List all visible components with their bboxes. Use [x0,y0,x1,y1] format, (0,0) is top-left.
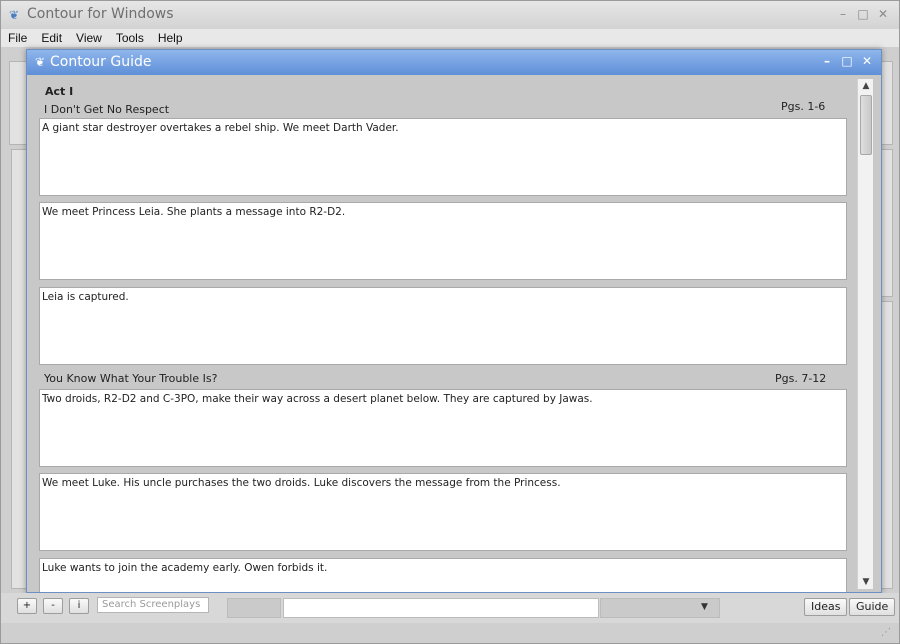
main-window: ❦ Contour for Windows – □ ✕ File Edit Vi… [0,0,900,644]
outer-titlebar[interactable]: ❦ Contour for Windows – □ ✕ [1,1,899,29]
text-input[interactable] [283,598,599,618]
minimize-button[interactable]: – [837,7,849,21]
resize-grip-icon[interactable]: ⋰ [881,627,893,639]
menu-bar: File Edit View Tools Help [1,29,899,47]
beat-textbox[interactable]: Leia is captured. [39,287,847,365]
guide-minimize-button[interactable]: – [821,54,833,68]
sequence-pages: Pgs. 7-12 [775,372,827,385]
add-button[interactable]: + [17,598,37,614]
ideas-button[interactable]: Ideas [804,598,848,616]
remove-button[interactable]: - [43,598,63,614]
scroll-down-icon[interactable]: ▼ [858,575,874,589]
scroll-up-icon[interactable]: ▲ [858,79,874,93]
guide-titlebar[interactable]: ❦ Contour Guide – □ ✕ [27,50,881,75]
beat-textbox[interactable]: Luke wants to join the academy early. Ow… [39,558,847,592]
search-screenplays-input[interactable]: Search Screenplays [97,597,209,613]
act-label: Act I [45,85,74,98]
guide-content: Act I I Don't Get No Respect Pgs. 1-6 A … [27,75,857,592]
dropdown-arrow-icon[interactable]: ▼ [701,602,708,612]
contour-guide-dialog: ❦ Contour Guide – □ ✕ Act I I Don't Get … [26,49,882,593]
beat-textbox[interactable]: Two droids, R2-D2 and C-3PO, make their … [39,389,847,467]
bulb-icon: ❦ [35,55,46,69]
menu-edit[interactable]: Edit [34,29,69,47]
close-button[interactable]: ✕ [877,7,889,21]
restore-button[interactable]: □ [857,7,869,21]
beat-textbox[interactable]: A giant star destroyer overtakes a rebel… [39,118,847,196]
menu-tools[interactable]: Tools [109,29,151,47]
bulb-icon: ❦ [9,8,20,22]
menu-view[interactable]: View [69,29,109,47]
scroll-thumb[interactable] [860,95,872,155]
sequence-pages: Pgs. 1-6 [781,100,826,113]
beat-textbox[interactable]: We meet Princess Leia. She plants a mess… [39,202,847,280]
guide-button[interactable]: Guide [849,598,896,616]
guide-title: Contour Guide [50,54,152,70]
toolbar-field-left [227,598,281,618]
menu-file[interactable]: File [1,29,34,47]
vertical-scrollbar[interactable]: ▲ ▼ [857,79,873,589]
beat-textbox[interactable]: We meet Luke. His uncle purchases the tw… [39,473,847,551]
info-button[interactable]: i [69,598,89,614]
guide-maximize-button[interactable]: □ [841,54,853,68]
sequence-title: I Don't Get No Respect [44,103,170,116]
window-title: Contour for Windows [27,6,174,22]
guide-close-button[interactable]: ✕ [861,54,873,68]
bottom-toolbar: + - i Search Screenplays ▼ Ideas Guide [1,593,899,623]
menu-help[interactable]: Help [151,29,190,47]
sequence-title: You Know What Your Trouble Is? [44,372,218,385]
